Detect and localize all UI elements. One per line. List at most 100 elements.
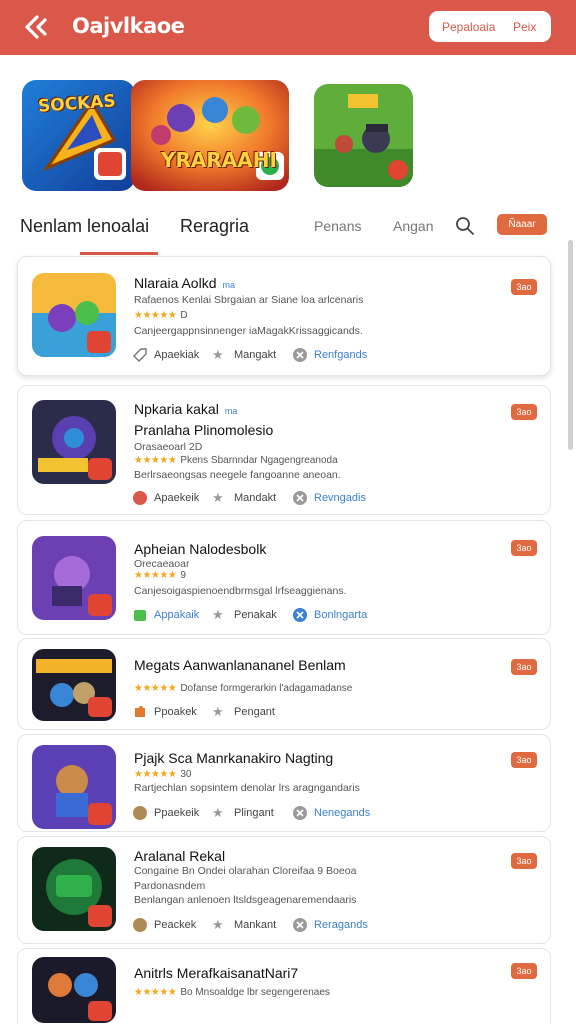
price-badge[interactable]: 3ao <box>511 963 537 979</box>
close-circle-icon <box>293 491 307 505</box>
star-rating-icon: ★★★★★ <box>134 455 177 466</box>
action-peackek[interactable]: Peackek <box>132 917 196 933</box>
game-icon <box>32 957 116 1023</box>
game-rating: ★★★★★ 30 <box>134 768 191 780</box>
price-badge[interactable]: 3ao <box>511 279 537 295</box>
game-icon <box>32 400 116 484</box>
action-label: Nenegands <box>314 807 371 819</box>
tag-icon <box>133 348 147 362</box>
app-title: Oajvlkaoe <box>72 14 185 38</box>
action-label: Peackek <box>154 919 197 931</box>
search-icon[interactable] <box>455 216 477 238</box>
header-pill-left-label[interactable]: Pepaloaia <box>442 20 495 34</box>
game-title: Aralanal Rekal <box>134 848 226 864</box>
action-mankant[interactable]: ★ Mankant <box>212 917 276 933</box>
scrollbar[interactable] <box>568 240 573 450</box>
game-list-item[interactable]: Nlaraia Aolkd ma Rafaenos Kenlai Sbrgaian… <box>17 256 551 376</box>
featured-banner-2[interactable]: YRARAAHI <box>131 80 289 191</box>
action-label: Apaekeik <box>154 492 200 504</box>
price-badge[interactable]: 3ao <box>511 404 537 420</box>
action-ppaekeik[interactable]: Ppaekeik <box>132 805 199 821</box>
puzzle-icon <box>135 706 145 717</box>
action-nenegands[interactable]: Nenegands <box>292 805 370 821</box>
game-title: Megats Aanwanlanananel Benlam <box>134 657 346 673</box>
action-mangakt[interactable]: ★ Mangakt <box>212 347 276 363</box>
game-list-item[interactable]: Aralanal Rekal Congaine Bn Ondei olaraha… <box>17 836 551 944</box>
game-list-item[interactable]: Megats Aanwanlanananel Benlam ★★★★★ Dofan… <box>17 638 551 730</box>
rating-meta: Bo Mnsoaldge lbr segengerenaes <box>180 987 330 998</box>
action-label: Revngadis <box>314 492 366 504</box>
header-pill-right-label[interactable]: Peix <box>513 20 536 34</box>
game-body-text: Pardonasndem <box>134 880 206 892</box>
rating-meta: Pkens Sbarnndar Ngagengreanoda <box>180 455 338 466</box>
circle-icon <box>133 918 147 932</box>
game-rating: ★★★★★ Bo Mnsoaldge lbr segengerenaes <box>134 986 330 998</box>
action-reragands[interactable]: Reragands <box>292 917 368 933</box>
game-icon <box>32 649 116 721</box>
tab-nenlam-lenoalai[interactable]: Nenlam lenoalai <box>20 216 149 237</box>
featured-banner-3[interactable] <box>314 84 413 187</box>
game-title: Anitrls MerafkaisanatNari7 <box>134 965 299 981</box>
game-rating: ★★★★★ 9 <box>134 569 186 581</box>
sort-button[interactable]: Ñaaar <box>497 214 547 235</box>
action-label: Plingant <box>234 807 274 819</box>
featured-banner-2-label: YRARAAHI <box>161 148 277 172</box>
action-penakak[interactable]: ★ Penakak <box>212 607 277 623</box>
action-plingant[interactable]: ★ Plingant <box>212 805 274 821</box>
game-body-text: Canjesoigaspienoendbrmsgal lrfseaggienan… <box>134 585 347 597</box>
star-icon: ★ <box>212 347 224 362</box>
star-rating-icon: ★★★★★ <box>134 570 177 581</box>
price-badge[interactable]: 3ao <box>511 853 537 869</box>
badge-icon <box>133 491 147 505</box>
action-renfgands[interactable]: Renfgands <box>292 347 367 363</box>
game-actions: Appakaik ★ Penakak Bonlngarta <box>132 607 412 627</box>
action-label: Mandakt <box>234 492 277 504</box>
game-body-text: Canjeergappnsinnenger iaMagakKrissaggica… <box>134 325 363 337</box>
action-label: Ppaekeik <box>154 807 200 819</box>
action-appakaik[interactable]: Appakaik <box>132 607 199 623</box>
game-list-item[interactable]: Apheian Nalodesbolk Orecaeaoar ★★★★★ 9 Ca… <box>17 520 551 635</box>
action-apaekiak[interactable]: Apaekiak <box>132 347 199 363</box>
circle-icon <box>133 806 147 820</box>
action-label: Bonlngarta <box>314 609 368 621</box>
action-label: Pengant <box>234 706 275 718</box>
category-tabs: Nenlam lenoalai Reragria Penans Angan <box>0 206 576 256</box>
star-rating-icon: ★★★★★ <box>134 310 177 321</box>
back-arrow-icon[interactable] <box>18 10 52 44</box>
action-mandakt[interactable]: ★ Mandakt <box>212 490 276 506</box>
game-rating: ★★★★★ D <box>134 309 188 321</box>
game-icon <box>32 536 116 620</box>
game-list-item[interactable]: Pjajk Sca Manrkanakiro Nagting ★★★★★ 30 R… <box>17 734 551 832</box>
close-circle-icon <box>293 918 307 932</box>
tab-angan[interactable]: Angan <box>393 218 433 234</box>
game-list-item[interactable]: Anitrls MerafkaisanatNari7 ★★★★★ Bo Mnsoa… <box>17 948 551 1024</box>
featured-banner-1[interactable]: SOCKAS <box>22 80 135 191</box>
game-body-text: Rartjechlan sopsintem denolar lrs aragng… <box>134 782 360 794</box>
action-label: Mangakt <box>234 349 277 361</box>
action-bonlngarta[interactable]: Bonlngarta <box>292 607 367 623</box>
action-label: Renfgands <box>314 349 368 361</box>
game-icon <box>32 273 116 357</box>
action-ppoakek[interactable]: Ppoakek <box>132 704 197 720</box>
action-label: Mankant <box>234 919 277 931</box>
tab-penans[interactable]: Penans <box>314 218 361 234</box>
action-label: Appakaik <box>154 609 200 621</box>
rating-meta: 30 <box>180 769 192 780</box>
price-badge[interactable]: 3ao <box>511 659 537 675</box>
game-title-text: Npkaria kakal <box>134 401 219 417</box>
star-icon: ★ <box>212 607 224 622</box>
action-revngadis[interactable]: Revngadis <box>292 490 366 506</box>
star-icon: ★ <box>212 704 224 719</box>
action-label: Penakak <box>234 609 277 621</box>
close-circle-icon <box>293 806 307 820</box>
price-badge[interactable]: 3ao <box>511 540 537 556</box>
game-title: Nlaraia Aolkd ma <box>134 275 235 291</box>
game-tag: ma <box>224 406 238 416</box>
game-title: Pjajk Sca Manrkanakiro Nagting <box>134 750 334 766</box>
header-action-pill[interactable]: Pepaloaia Peix <box>429 11 551 42</box>
action-apaekeik[interactable]: Apaekeik <box>132 490 199 506</box>
tab-reragria[interactable]: Reragria <box>180 216 249 237</box>
game-list-item[interactable]: Npkaria kakal ma Pranlaha Plinomolesio Or… <box>17 385 551 515</box>
price-badge[interactable]: 3ao <box>511 752 537 768</box>
action-pengant[interactable]: ★ Pengant <box>212 704 275 720</box>
